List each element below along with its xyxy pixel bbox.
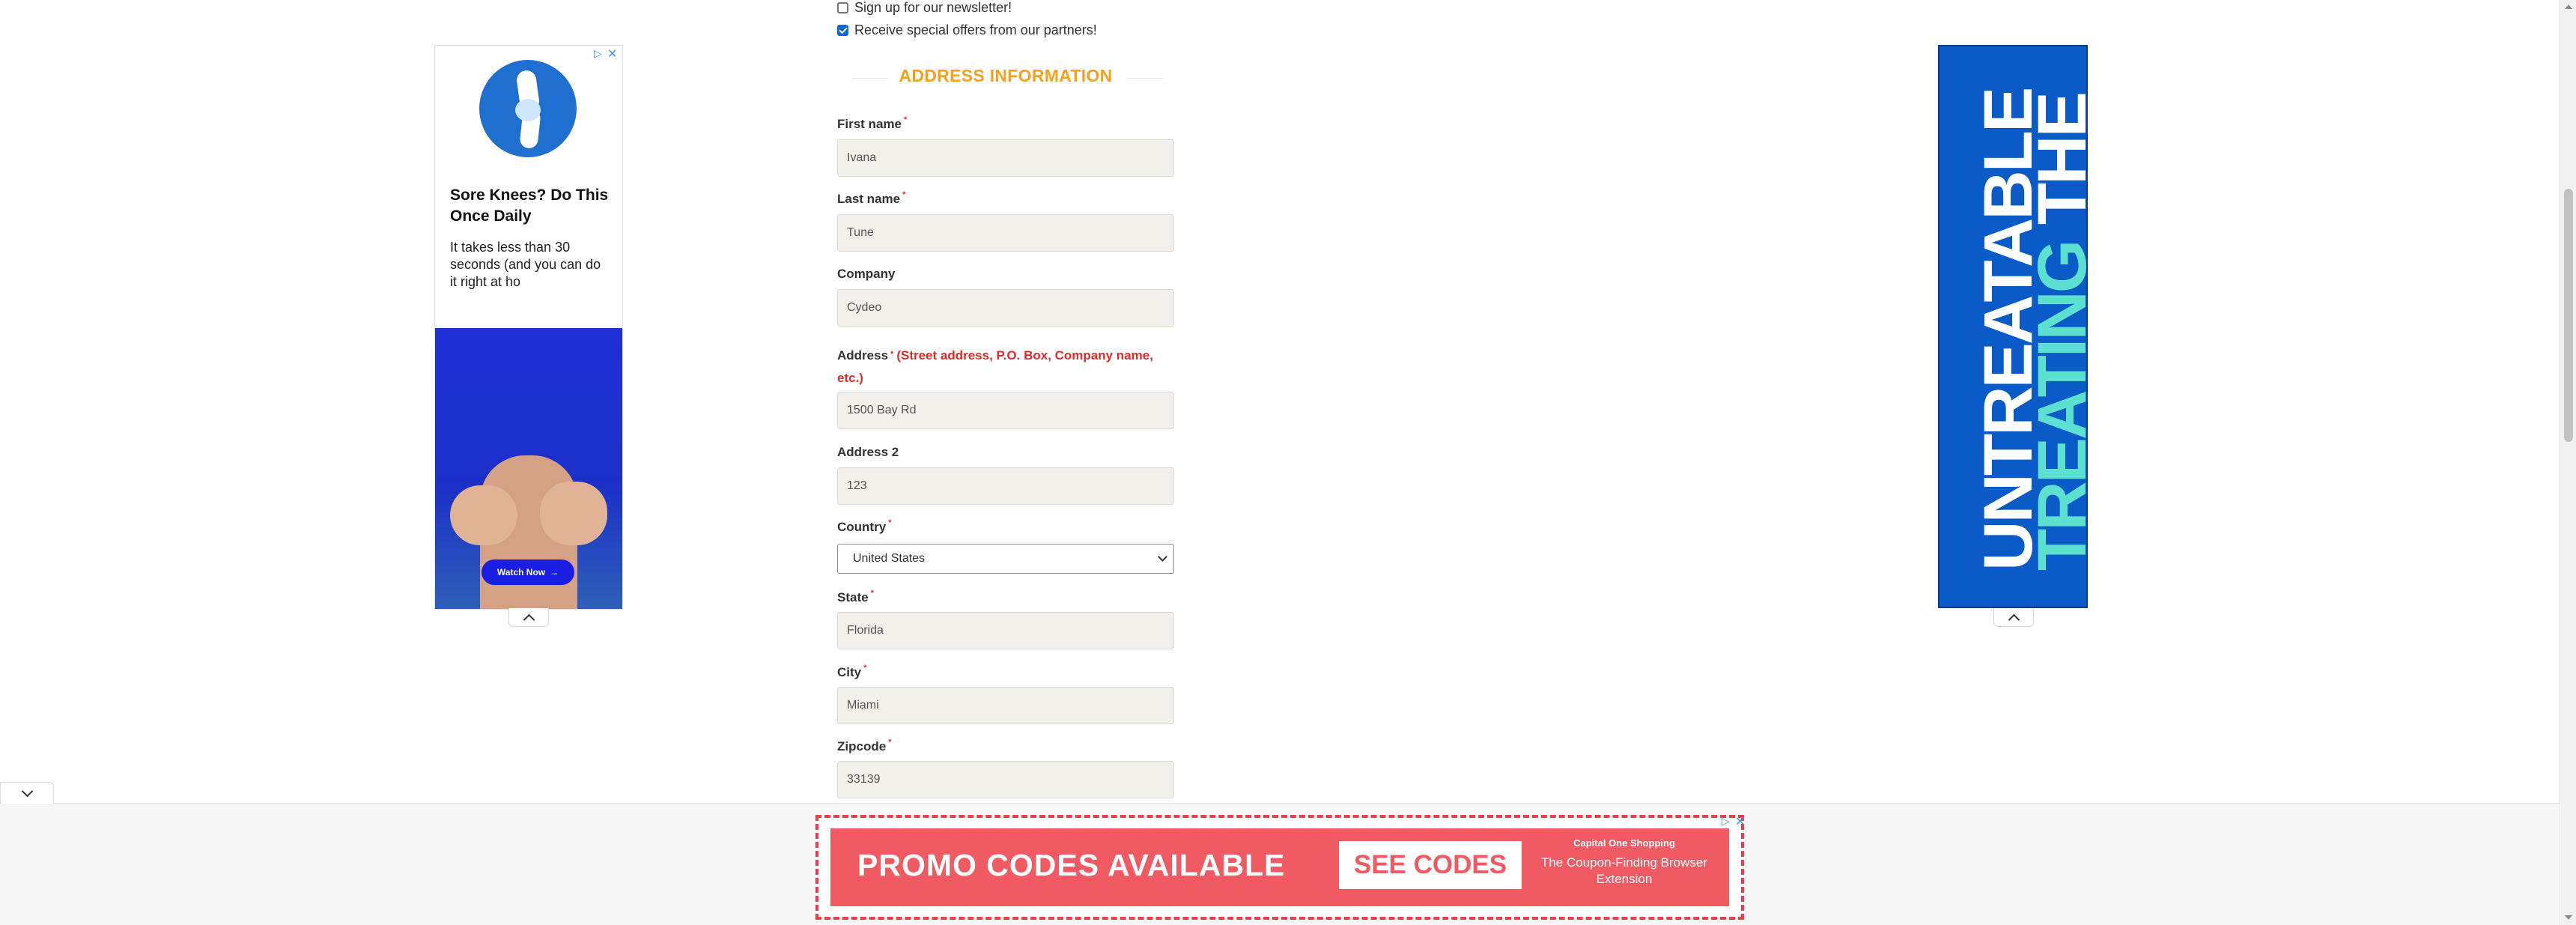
- state-field[interactable]: Florida: [837, 612, 1174, 649]
- see-codes-button[interactable]: SEE CODES: [1339, 841, 1522, 889]
- scroll-thumb[interactable]: [2564, 189, 2573, 442]
- partner-offers-label: Receive special offers from our partners…: [854, 22, 1097, 37]
- state-label: State *: [837, 589, 874, 604]
- company-label: Company: [837, 267, 896, 281]
- promo-text: PROMO CODES AVAILABLE: [857, 848, 1286, 882]
- address-label: Address * (Street address, P.O. Box, Compa…: [837, 348, 1153, 385]
- address2-label: Address 2: [837, 445, 899, 459]
- chevron-down-icon: [21, 785, 33, 797]
- chevron-up-icon: [523, 613, 535, 625]
- address2-field[interactable]: 123: [837, 467, 1174, 505]
- last-name-field[interactable]: Tune: [837, 214, 1174, 252]
- bottom-bar-divider: [0, 803, 2560, 804]
- page-scrollbar[interactable]: [2560, 0, 2576, 925]
- newsletter-label: Sign up for our newsletter!: [854, 0, 1012, 15]
- brand-tagline: The Coupon-Finding Browser Extension: [1540, 855, 1708, 886]
- address-note: (Street address, P.O. Box, Company name,: [896, 348, 1153, 363]
- bottom-promo-ad[interactable]: ▷ ✕ PROMO CODES AVAILABLE SEE CODES Capi…: [815, 814, 1745, 920]
- city-field[interactable]: Miami: [837, 687, 1174, 724]
- ad-headline[interactable]: Sore Knees? Do This Once Daily: [450, 185, 611, 227]
- first-name-label: First name *: [837, 115, 908, 131]
- zipcode-label: Zipcode *: [837, 738, 892, 753]
- section-title: ADDRESS INFORMATION: [899, 66, 1113, 85]
- partner-offers-checkbox-row[interactable]: Receive special offers from our partners…: [837, 22, 1097, 38]
- company-field[interactable]: Cydeo: [837, 289, 1174, 327]
- partner-offers-checkbox[interactable]: [837, 25, 848, 36]
- close-icon[interactable]: ✕: [607, 46, 617, 61]
- bottom-bar-toggle[interactable]: [0, 782, 54, 804]
- ad-body-text: It takes less than 30 seconds (and you c…: [450, 240, 601, 289]
- adchoices-icon[interactable]: ▷: [594, 47, 602, 60]
- address-field[interactable]: 1500 Bay Rd: [837, 392, 1174, 429]
- address-note-cont: etc.): [837, 371, 863, 385]
- adchoices-icon[interactable]: ▷: [1722, 815, 1730, 828]
- left-sidebar-ad[interactable]: ▷ ✕ Sore Knees? Do This Once Daily It ta…: [434, 45, 623, 610]
- zipcode-field[interactable]: 33139: [837, 761, 1174, 798]
- arrow-right-icon: →: [550, 567, 559, 577]
- scroll-down-icon[interactable]: [2565, 915, 2572, 920]
- chevron-up-icon: [2008, 613, 2020, 625]
- right-sidebar-ad[interactable]: TREATING THE UNTREATABLE: [1938, 45, 2088, 608]
- country-select[interactable]: United States: [837, 544, 1174, 574]
- knee-joint-icon: [479, 60, 577, 157]
- last-name-label: Last name *: [837, 190, 906, 206]
- brand-block: Capital One Shopping The Coupon-Finding …: [1534, 837, 1714, 888]
- city-label: City *: [837, 664, 867, 679]
- right-ad-collapse-button[interactable]: [1993, 608, 2034, 627]
- country-select-value: United States: [853, 552, 926, 565]
- brand-name: Capital One Shopping: [1573, 837, 1675, 849]
- newsletter-checkbox-row[interactable]: Sign up for our newsletter!: [837, 0, 1012, 16]
- close-icon[interactable]: ✕: [1735, 814, 1745, 829]
- scroll-up-icon[interactable]: [2565, 4, 2572, 9]
- first-name-field[interactable]: Ivana: [837, 139, 1174, 177]
- ad-right-line2: UNTREATABLE: [1970, 88, 2047, 571]
- country-label: Country *: [837, 518, 892, 534]
- newsletter-checkbox[interactable]: [837, 2, 848, 13]
- promo-banner[interactable]: PROMO CODES AVAILABLE SEE CODES Capital …: [830, 828, 1729, 906]
- watch-now-button[interactable]: Watch Now →: [482, 559, 574, 585]
- chevron-down-icon: [1158, 552, 1167, 562]
- left-ad-collapse-button[interactable]: [508, 608, 549, 627]
- ad-knee-photo[interactable]: Watch Now →: [435, 328, 622, 609]
